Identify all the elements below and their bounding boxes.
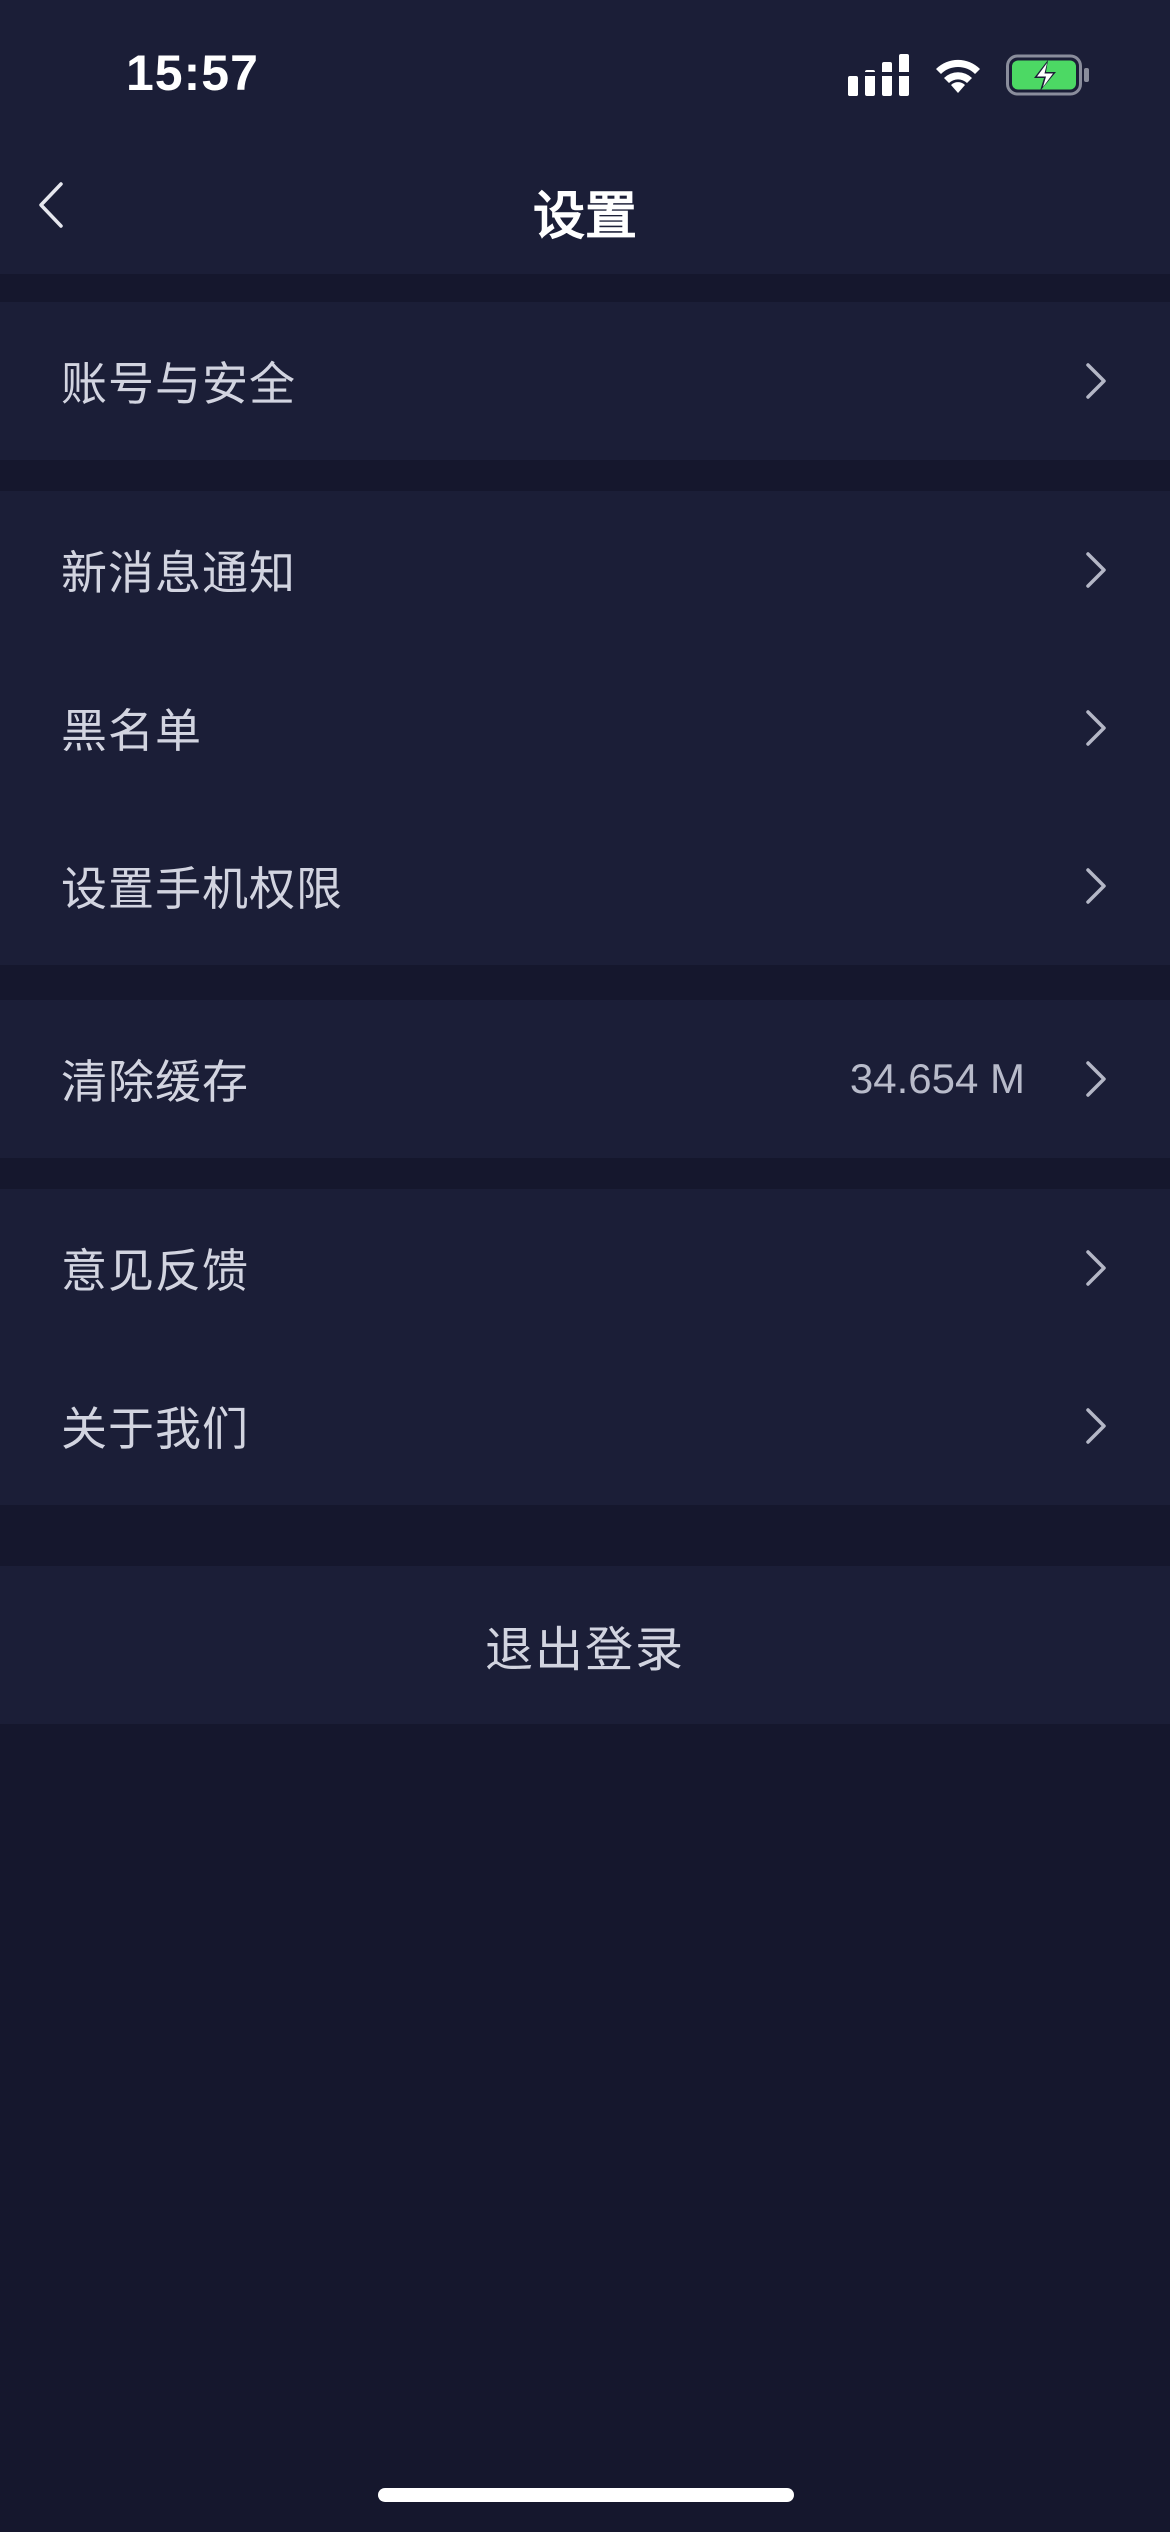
battery-charging-icon <box>1006 54 1089 96</box>
row-clear-cache[interactable]: 清除缓存 34.654 M <box>0 1000 1170 1158</box>
cache-size-value: 34.654 M <box>849 1055 1025 1102</box>
status-icons <box>848 52 1090 98</box>
settings-group-general: 新消息通知 黑名单 设置手机权限 <box>0 491 1170 965</box>
status-bar: 15:57 <box>0 0 1170 140</box>
logout-button[interactable]: 退出登录 <box>0 1566 1170 1724</box>
row-label: 设置手机权限 <box>61 862 343 916</box>
row-new-message-notification[interactable]: 新消息通知 <box>0 491 1170 649</box>
row-label: 意见反馈 <box>61 1244 249 1298</box>
row-account-security[interactable]: 账号与安全 <box>0 302 1170 460</box>
row-label: 黑名单 <box>61 704 202 758</box>
settings-group-about: 意见反馈 关于我们 <box>0 1189 1170 1505</box>
cellular-signal-icon <box>848 54 909 96</box>
row-label: 关于我们 <box>61 1402 249 1456</box>
logout-label: 退出登录 <box>484 1622 685 1678</box>
chevron-right-icon <box>1086 552 1106 588</box>
chevron-right-icon <box>1086 1408 1106 1444</box>
row-label: 账号与安全 <box>61 357 296 411</box>
row-feedback[interactable]: 意见反馈 <box>0 1189 1170 1347</box>
chevron-right-icon <box>1086 363 1106 399</box>
page-title: 设置 <box>532 187 637 247</box>
home-indicator <box>378 2488 794 2502</box>
chevron-right-icon <box>1086 710 1106 746</box>
chevron-right-icon <box>1086 868 1106 904</box>
chevron-right-icon <box>1086 1250 1106 1286</box>
wifi-icon <box>936 59 980 93</box>
status-time: 15:57 <box>126 45 259 101</box>
nav-bar: 设置 <box>0 140 1170 274</box>
settings-group-account: 账号与安全 <box>0 302 1170 460</box>
row-blacklist[interactable]: 黑名单 <box>0 649 1170 807</box>
row-label: 新消息通知 <box>61 546 296 600</box>
row-about-us[interactable]: 关于我们 <box>0 1347 1170 1505</box>
row-label: 清除缓存 <box>61 1055 249 1109</box>
settings-group-cache: 清除缓存 34.654 M <box>0 1000 1170 1158</box>
row-phone-permissions[interactable]: 设置手机权限 <box>0 807 1170 965</box>
chevron-right-icon <box>1086 1061 1106 1097</box>
